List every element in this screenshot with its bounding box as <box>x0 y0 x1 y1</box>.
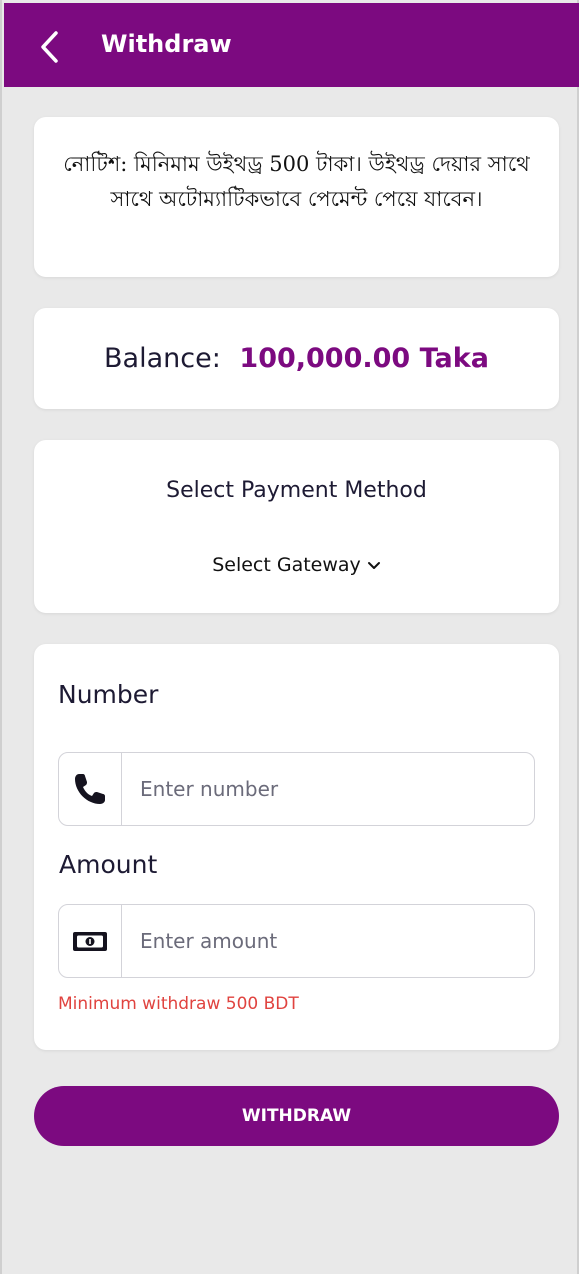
amount-input-group <box>58 904 535 978</box>
payment-method-title: Select Payment Method <box>166 478 427 503</box>
chevron-down-icon <box>367 561 380 569</box>
gateway-dropdown-label: Select Gateway <box>212 554 361 576</box>
number-input[interactable] <box>123 753 533 825</box>
withdraw-form-card: Number Amount Minimum withdraw 500 BD <box>34 644 559 1050</box>
app-frame: Withdraw নোটিশ: মিনিমাম উইথড্র 500 টাকা।… <box>0 0 579 1274</box>
cash-icon <box>73 932 107 951</box>
back-arrow-icon <box>41 31 58 63</box>
number-input-group <box>58 752 535 826</box>
notice-text: নোটিশ: মিনিমাম উইথড্র 500 টাকা। উইথড্র দ… <box>63 152 530 211</box>
number-label: Number <box>58 680 159 709</box>
phone-icon <box>75 774 105 804</box>
number-addon <box>59 753 122 825</box>
back-button[interactable] <box>32 25 72 69</box>
gateway-dropdown[interactable]: Select Gateway <box>34 554 559 576</box>
amount-label: Amount <box>59 850 158 879</box>
balance-label: Balance: <box>104 343 221 374</box>
notice-card: নোটিশ: মিনিমাম উইথড্র 500 টাকা। উইথড্র দ… <box>34 117 559 277</box>
payment-method-card: Select Payment Method Select Gateway <box>34 440 559 613</box>
withdraw-button[interactable]: WITHDRAW <box>34 1086 559 1146</box>
amount-input[interactable] <box>123 905 533 977</box>
minimum-withdraw-note: Minimum withdraw 500 BDT <box>58 994 299 1014</box>
balance-row: Balance: 100,000.00 Taka <box>34 342 559 376</box>
balance-card: Balance: 100,000.00 Taka <box>34 308 559 409</box>
balance-value: 100,000.00 Taka <box>239 343 489 374</box>
top-app-bar: Withdraw <box>4 3 579 87</box>
page-title: Withdraw <box>101 30 232 58</box>
amount-addon <box>59 905 122 977</box>
